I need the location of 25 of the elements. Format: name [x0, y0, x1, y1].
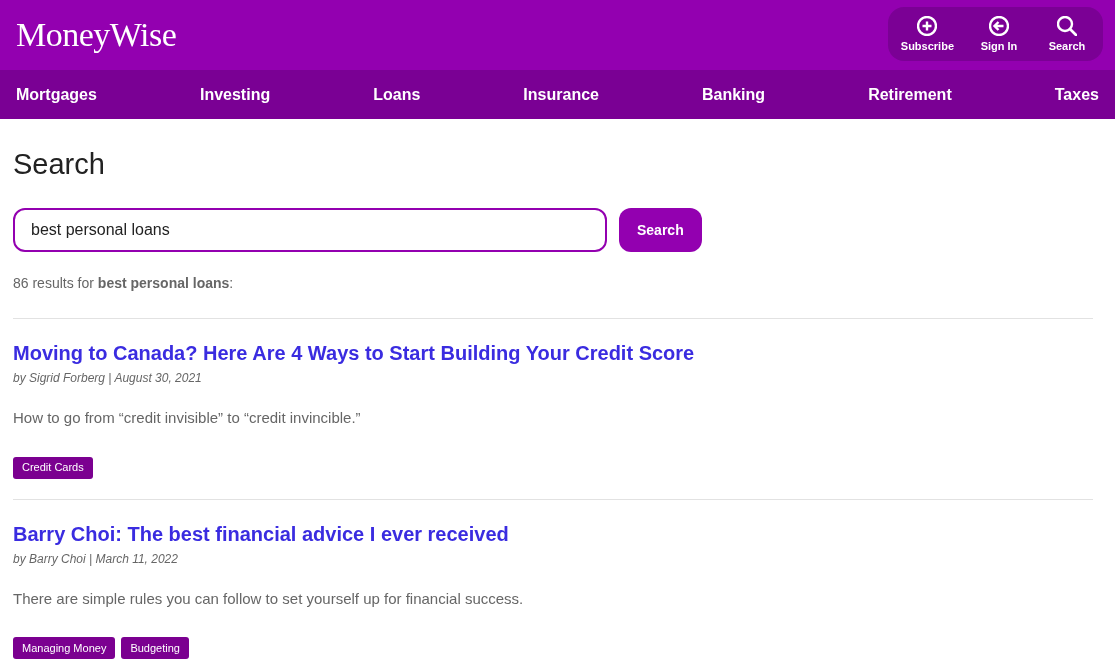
result-title-link[interactable]: Barry Choi: The best financial advice I ever received: [13, 521, 509, 547]
nav-link[interactable]: Investing: [199, 82, 271, 107]
result-title-link[interactable]: Moving to Canada? Here Are 4 Ways to Start Building Your Credit Score: [13, 341, 695, 366]
result-byline: by Sigrid Forberg | August 30, 2021: [13, 370, 202, 387]
logo[interactable]: MoneyWise: [16, 18, 177, 52]
nav-link[interactable]: Loans: [373, 82, 421, 107]
nav-link[interactable]: Mortgages: [16, 82, 97, 107]
search-icon: [1057, 15, 1077, 36]
page-heading: Search: [13, 150, 105, 179]
category-tag[interactable]: Budgeting: [121, 637, 189, 659]
search-button[interactable]: Search: [619, 208, 702, 252]
results-summary: 86 results for best personal loans:: [13, 274, 234, 293]
nav-link[interactable]: Insurance: [523, 82, 599, 107]
category-tag[interactable]: Credit Cards: [13, 456, 93, 479]
header-action-button[interactable]: Search: [1041, 15, 1093, 52]
header-action-button[interactable]: Sign In: [973, 15, 1025, 52]
result-excerpt: There are simple rules you can follow to set yourself up for financial success.: [13, 588, 524, 609]
result-byline: by Barry Choi | March 11, 2022: [13, 550, 178, 568]
nav-link[interactable]: Banking: [702, 82, 766, 107]
category-tag[interactable]: Managing Money: [13, 637, 116, 659]
header-action-button[interactable]: Subscribe: [897, 15, 957, 52]
nav-link[interactable]: Taxes: [1054, 82, 1099, 107]
result-excerpt: How to go from “credit invisible” to “credit invincible.”: [13, 408, 361, 428]
search-field[interactable]: best personal loans: [13, 208, 607, 252]
nav-link[interactable]: Retirement: [868, 82, 952, 107]
